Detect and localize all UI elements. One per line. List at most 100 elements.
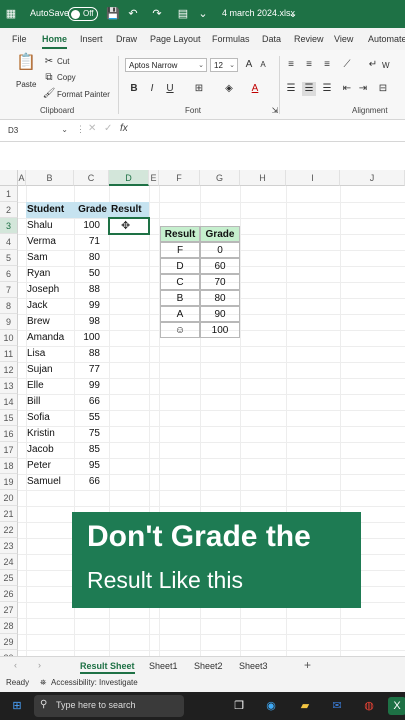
file-explorer-icon[interactable]: ▰ <box>296 697 314 715</box>
row-header-19[interactable]: 19 <box>0 474 18 490</box>
lookup-result-cell[interactable]: D <box>160 258 200 274</box>
decrease-indent-icon[interactable]: ⇤ <box>340 82 354 96</box>
column-header-c[interactable]: C <box>74 170 109 186</box>
grade-value-cell[interactable]: 99 <box>74 298 100 314</box>
grade-value-cell[interactable]: 100 <box>74 330 100 346</box>
grade-value-cell[interactable]: 99 <box>74 378 100 394</box>
column-header-i[interactable]: I <box>286 170 340 186</box>
student-name-cell[interactable]: Lisa <box>27 346 74 362</box>
windows-start-icon[interactable]: ⊞ <box>8 697 26 715</box>
lookup-result-cell[interactable]: C <box>160 274 200 290</box>
grade-value-cell[interactable]: 75 <box>74 426 100 442</box>
lookup-grade-cell[interactable]: 0 <box>200 242 240 258</box>
tab-view[interactable]: View <box>334 34 353 44</box>
row-header-5[interactable]: 5 <box>0 250 18 266</box>
mail-icon[interactable]: ✉ <box>328 697 346 715</box>
student-name-cell[interactable]: Kristin <box>27 426 74 442</box>
row-header-2[interactable]: 2 <box>0 202 18 218</box>
add-sheet-icon[interactable]: + <box>304 658 311 672</box>
student-name-cell[interactable]: Sam <box>27 250 74 266</box>
row-header-29[interactable]: 29 <box>0 634 18 650</box>
lookup-result-cell[interactable]: B <box>160 290 200 306</box>
student-name-cell[interactable]: Samuel <box>27 474 74 490</box>
student-name-cell[interactable]: Sofia <box>27 410 74 426</box>
grade-value-cell[interactable]: 71 <box>74 234 100 250</box>
row-header-28[interactable]: 28 <box>0 618 18 634</box>
fill-color-icon[interactable]: ◈ <box>222 82 236 96</box>
sheet-tab-sheet3[interactable]: Sheet3 <box>239 661 268 671</box>
student-name-cell[interactable]: Joseph <box>27 282 74 298</box>
chevron-down-icon[interactable]: ⌄ <box>286 7 300 21</box>
row-header-18[interactable]: 18 <box>0 458 18 474</box>
copy-icon[interactable]: ⧉ <box>42 71 56 85</box>
header-result[interactable]: Result <box>109 202 149 218</box>
save-icon[interactable]: 💾 <box>106 7 120 21</box>
align-center-icon[interactable]: ☰ <box>302 82 316 96</box>
paste-icon[interactable]: 📋 <box>16 55 36 76</box>
chrome-icon[interactable]: ◍ <box>360 697 378 715</box>
row-header-9[interactable]: 9 <box>0 314 18 330</box>
align-top-icon[interactable]: ≡ <box>284 58 298 72</box>
undo-icon[interactable]: ↶ <box>126 7 140 21</box>
row-header-11[interactable]: 11 <box>0 346 18 362</box>
cancel-icon[interactable]: ✕ <box>88 123 96 134</box>
lookup-grade-cell[interactable]: 80 <box>200 290 240 306</box>
student-name-cell[interactable]: Ryan <box>27 266 74 282</box>
task-view-icon[interactable]: ❐ <box>230 697 248 715</box>
name-box[interactable]: D3 ⌄ <box>4 124 70 138</box>
column-header-j[interactable]: J <box>340 170 405 186</box>
row-header-21[interactable]: 21 <box>0 506 18 522</box>
align-bottom-icon[interactable]: ≡ <box>320 58 334 72</box>
grade-value-cell[interactable]: 66 <box>74 474 100 490</box>
enter-icon[interactable]: ✓ <box>104 123 112 134</box>
orientation-icon[interactable]: ⟋ <box>340 58 354 72</box>
row-header-20[interactable]: 20 <box>0 490 18 506</box>
align-left-icon[interactable]: ☰ <box>284 82 298 96</box>
column-header-g[interactable]: G <box>200 170 240 186</box>
row-header-17[interactable]: 17 <box>0 442 18 458</box>
excel-taskbar-icon[interactable]: X <box>388 697 405 715</box>
increase-font-icon[interactable]: A <box>242 58 256 72</box>
formula-input[interactable] <box>134 123 402 139</box>
tab-automate[interactable]: Automate <box>368 34 405 44</box>
lookup-grade-cell[interactable]: 90 <box>200 306 240 322</box>
row-header-26[interactable]: 26 <box>0 586 18 602</box>
tab-page-layout[interactable]: Page Layout <box>150 34 201 44</box>
wrap-text-icon[interactable]: ↵ <box>366 58 380 72</box>
increase-indent-icon[interactable]: ⇥ <box>356 82 370 96</box>
grade-value-cell[interactable]: 50 <box>74 266 100 282</box>
autosave-toggle[interactable]: Off <box>68 7 98 21</box>
header-student[interactable]: Student <box>26 202 74 218</box>
row-header-25[interactable]: 25 <box>0 570 18 586</box>
tab-home[interactable]: Home <box>42 34 68 49</box>
sheet-tab-result-sheet[interactable]: Result Sheet <box>80 661 135 674</box>
student-name-cell[interactable]: Amanda <box>27 330 74 346</box>
cut-icon[interactable]: ✂ <box>42 55 56 69</box>
student-name-cell[interactable]: Jacob <box>27 442 74 458</box>
row-header-24[interactable]: 24 <box>0 554 18 570</box>
row-header-23[interactable]: 23 <box>0 538 18 554</box>
row-header-12[interactable]: 12 <box>0 362 18 378</box>
tab-draw[interactable]: Draw <box>116 34 137 44</box>
row-header-16[interactable]: 16 <box>0 426 18 442</box>
insert-function-button[interactable]: fx <box>120 123 128 134</box>
column-header-e[interactable]: E <box>149 170 159 186</box>
lookup-result-cell[interactable]: ☺ <box>160 322 200 338</box>
italic-icon[interactable]: I <box>145 82 159 96</box>
customize-icon[interactable]: ⌄ <box>196 7 210 21</box>
grade-value-cell[interactable]: 55 <box>74 410 100 426</box>
row-header-3[interactable]: 3 <box>0 218 18 234</box>
row-header-1[interactable]: 1 <box>0 186 18 202</box>
align-right-icon[interactable]: ☰ <box>320 82 334 96</box>
tab-data[interactable]: Data <box>262 34 281 44</box>
grade-value-cell[interactable]: 77 <box>74 362 100 378</box>
borders-icon[interactable]: ⊞ <box>192 82 206 96</box>
grade-value-cell[interactable]: 80 <box>74 250 100 266</box>
selected-cell-d3[interactable]: ✥ <box>108 217 150 235</box>
lookup-grade-cell[interactable]: 100 <box>200 322 240 338</box>
grade-value-cell[interactable]: 88 <box>74 346 100 362</box>
grade-value-cell[interactable]: 100 <box>74 218 100 234</box>
grade-value-cell[interactable]: 88 <box>74 282 100 298</box>
bold-icon[interactable]: B <box>127 82 141 96</box>
lookup-header-result[interactable]: Result <box>160 226 200 242</box>
